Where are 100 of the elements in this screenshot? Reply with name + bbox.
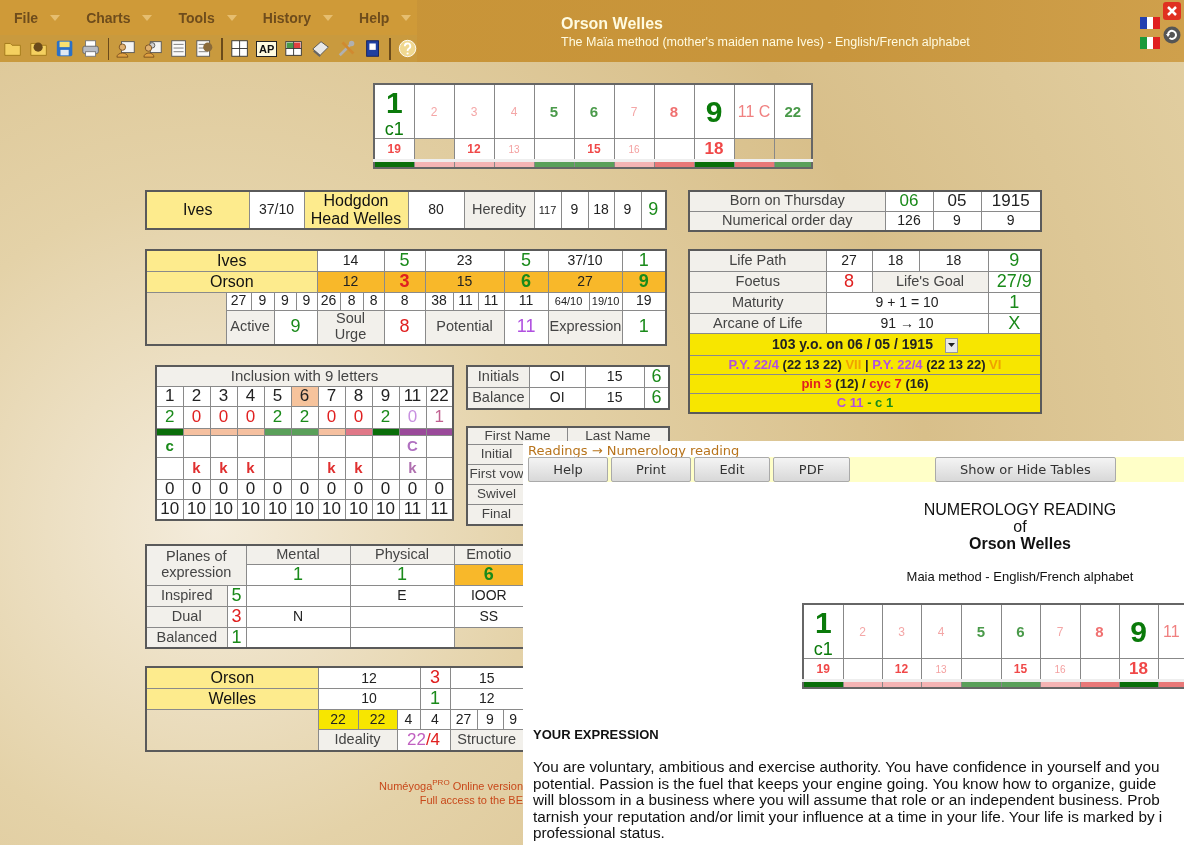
value-cell: 18: [919, 250, 988, 272]
label-cell: Numerical order day: [689, 211, 885, 232]
name-cell: Orson: [146, 271, 318, 293]
label-cell: Soul Urge: [317, 310, 385, 346]
value-cell: 1: [622, 250, 667, 272]
number: 4: [509, 104, 519, 119]
label-cell: Inspired: [146, 585, 227, 607]
reading-text-line: potential. Passion is the fuel that keeps your engine going. You know how to organize, guide: [533, 775, 1157, 792]
value-cell: 1: [156, 386, 183, 407]
value-cell: 23: [425, 250, 505, 272]
number: 3: [469, 104, 479, 119]
reading-title: of: [1012, 518, 1028, 535]
number: 7: [629, 104, 639, 119]
menu-label: Help: [359, 9, 390, 26]
value-cell: 3: [420, 667, 450, 689]
value-cell: C 11 - c 1: [689, 393, 1041, 413]
value-cell: 9: [988, 250, 1041, 272]
person-name: Orson Welles: [561, 15, 664, 33]
value-cell: 12: [318, 667, 420, 689]
value-cell: 6: [644, 366, 670, 388]
number: 1: [813, 605, 833, 640]
number: 6: [1015, 623, 1026, 640]
label-cell: Planes of expression: [146, 544, 246, 586]
value-cell: 18: [872, 250, 919, 272]
value-cell: 9: [561, 191, 588, 229]
value-cell: 80: [408, 191, 464, 229]
value-cell: 9: [641, 191, 666, 229]
value-cell: 37/10: [548, 250, 623, 272]
value-cell: 37/10: [249, 191, 304, 229]
label-cell: Heredity: [464, 191, 534, 229]
value-cell: 5: [504, 250, 549, 272]
toolbar-button[interactable]: Edit: [694, 457, 770, 482]
section-heading: YOUR EXPRESSION: [533, 727, 660, 742]
value-cell: 9: [614, 191, 641, 229]
label-cell: Physical: [350, 544, 454, 565]
number: 1: [384, 85, 404, 120]
name-cell: Welles: [146, 688, 318, 710]
label-cell: First Name: [467, 426, 568, 445]
label-cell: Potential: [425, 310, 505, 346]
value-cell: P.Y. 22/4 (22 13 22) VII | P.Y. 22/4 (22 13 22) VI: [689, 355, 1041, 375]
label-cell: Born on Thursday: [689, 191, 885, 212]
value-cell: 9: [274, 310, 318, 346]
value-cell: 14: [317, 250, 385, 272]
number: 3: [897, 624, 906, 639]
number-cell: 19: [803, 658, 843, 681]
label-cell: Maturity: [689, 292, 826, 314]
name-cell: Ives: [146, 191, 249, 229]
value-cell: 1915: [981, 191, 1041, 212]
toolbar-button[interactable]: Show or Hide Tables: [935, 457, 1116, 482]
number: 8: [668, 103, 680, 120]
number: 5: [548, 103, 560, 120]
value-cell: 18: [588, 191, 614, 229]
person-name: Orson Welles: [968, 535, 1072, 552]
number: 2: [429, 104, 439, 119]
menu-label: Charts: [86, 9, 131, 26]
number: 4: [936, 624, 946, 639]
number-label: c1: [812, 639, 834, 658]
version-note: Numéyoga$^{PRO}$ Online version: [378, 777, 523, 794]
value-cell: 2: [156, 406, 183, 429]
number: 8: [1094, 623, 1105, 640]
label-cell: Balance: [467, 387, 530, 409]
value-cell: 05: [933, 191, 981, 212]
subtitle: The Maïa method (mother's maiden name Ives) - English/French alphabet: [561, 35, 970, 49]
value-cell: 1: [622, 310, 667, 346]
reading-text-line: tarnish your reputation and/or limit your influence at a time in your life. Your life is marked by i: [533, 808, 1164, 825]
number: 9: [1129, 614, 1148, 649]
value-cell: pin 3 (12) / cyc 7 (16): [689, 374, 1041, 394]
access-note: Full access to the BE: [418, 793, 523, 808]
number: 7: [1055, 624, 1065, 639]
toolbar-button[interactable]: PDF: [773, 457, 850, 482]
value-cell: 0: [156, 479, 183, 500]
label-cell: Expression: [548, 310, 623, 346]
name-cell: Ives: [146, 250, 318, 272]
menu-label: Tools: [178, 9, 215, 26]
value-cell: 117: [534, 191, 561, 229]
label-cell: Arcane of Life: [689, 313, 826, 334]
value-cell: 15: [585, 366, 645, 388]
name-cell: Hodgdon Head Welles: [304, 191, 408, 229]
label-cell: Active: [226, 310, 274, 346]
label-cell: Initials: [467, 366, 530, 388]
label-cell: Dual: [146, 606, 227, 628]
toolbar-button[interactable]: Print: [611, 457, 691, 482]
reading-text-line: will blossom in a business where you will assume that role or an independent business. Prob: [533, 792, 1161, 809]
value-cell: 10: [156, 499, 183, 521]
value-cell: 15: [450, 667, 524, 689]
ap-button[interactable]: AP: [256, 40, 278, 57]
method-text: Maia method - English/French alphabet: [905, 568, 1135, 585]
label-cell: Life Path: [689, 250, 826, 272]
value-cell: 06: [885, 191, 933, 212]
reading-title: NUMEROLOGY READING: [922, 501, 1118, 518]
number: 9: [704, 94, 724, 129]
letter-cell: c: [156, 435, 183, 458]
number: 11: [1161, 622, 1181, 641]
menu-label: History: [262, 9, 311, 26]
number-label: c1: [383, 119, 405, 138]
number: 22: [783, 103, 803, 120]
value-cell: OI: [529, 366, 586, 388]
number: 5: [975, 623, 987, 640]
breadcrumb: Readings → Numerology reading: [527, 442, 741, 457]
toolbar-button[interactable]: Help: [528, 457, 608, 482]
